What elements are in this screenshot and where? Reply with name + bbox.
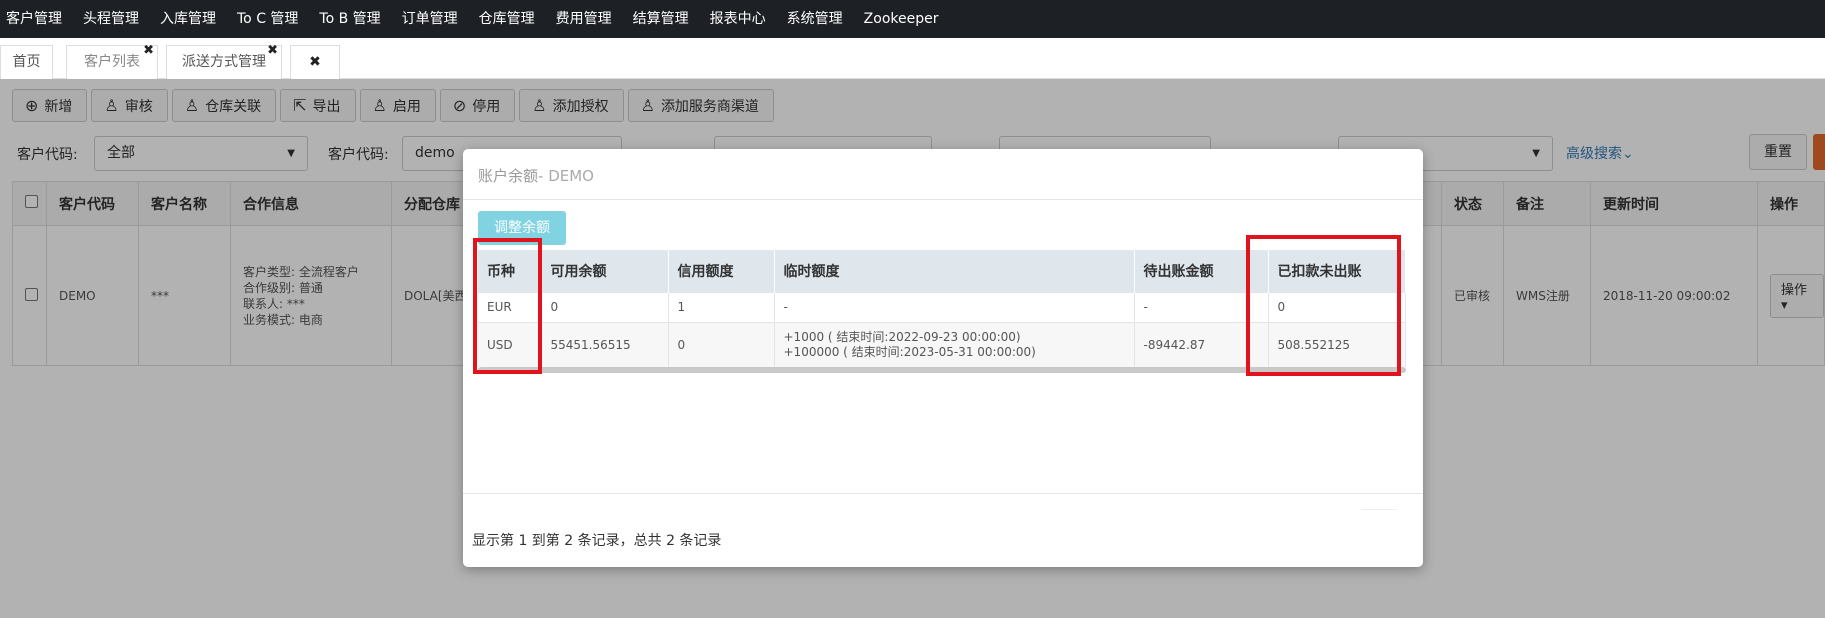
close-all-tabs-button[interactable]: ✖ <box>290 45 340 79</box>
nav-tob[interactable]: To B 管理 <box>312 0 394 38</box>
tab-delivery[interactable]: 派送方式管理 ✖ <box>166 43 282 79</box>
cell-temp: - <box>774 291 1135 322</box>
nav-warehouse[interactable]: 仓库管理 <box>472 0 549 38</box>
tab-customers-label: 客户列表 <box>84 54 140 70</box>
tab-home[interactable]: 首页 <box>0 45 53 79</box>
close-icon[interactable]: ✖ <box>267 43 278 59</box>
header-temp: 临时额度 <box>774 250 1135 292</box>
divider <box>1361 509 1397 510</box>
currency-highlight-box <box>473 238 542 374</box>
deducted-highlight-box <box>1246 235 1401 376</box>
modal-title-suffix: - DEMO <box>538 167 594 185</box>
close-icon[interactable]: ✖ <box>143 43 154 59</box>
divider <box>463 493 1423 494</box>
close-all-icon: ✖ <box>309 54 321 70</box>
temp-line: +1000 ( 结束时间:2022-09-23 00:00:00) <box>783 329 1021 344</box>
cell-credit: 1 <box>668 291 775 322</box>
modal-title-text: 账户余额 <box>478 167 539 185</box>
cell-available: 55451.56515 <box>541 321 669 367</box>
nav-settlement[interactable]: 结算管理 <box>626 0 703 38</box>
top-navigation: 客户管理 头程管理 入库管理 To C 管理 To B 管理 订单管理 仓库管理… <box>0 0 1825 38</box>
cell-available: 0 <box>541 291 669 322</box>
cell-credit: 0 <box>668 321 775 367</box>
tab-home-label: 首页 <box>12 54 41 70</box>
header-credit: 信用额度 <box>668 250 775 292</box>
nav-inbound[interactable]: 入库管理 <box>153 0 230 38</box>
nav-system[interactable]: 系统管理 <box>780 0 857 38</box>
divider <box>463 199 1423 200</box>
nav-zookeeper[interactable]: Zookeeper <box>857 0 953 38</box>
nav-fees[interactable]: 费用管理 <box>549 0 626 38</box>
header-available: 可用余额 <box>541 250 669 292</box>
tab-customers[interactable]: 客户列表 ✖ <box>66 43 158 79</box>
temp-line: - <box>783 299 788 314</box>
tab-bar: 首页 客户列表 ✖ 派送方式管理 ✖ ✖ <box>0 38 1825 79</box>
tab-delivery-label: 派送方式管理 <box>182 54 266 70</box>
nav-first-leg[interactable]: 头程管理 <box>76 0 153 38</box>
modal-title: 账户余额- DEMO <box>478 165 594 186</box>
cell-temp: +1000 ( 结束时间:2022-09-23 00:00:00) +10000… <box>774 321 1135 367</box>
nav-orders[interactable]: 订单管理 <box>395 0 472 38</box>
temp-line: +100000 ( 结束时间:2023-05-31 00:00:00) <box>783 344 1036 359</box>
pagination-info: 显示第 1 到第 2 条记录，总共 2 条记录 <box>472 533 722 549</box>
nav-toc[interactable]: To C 管理 <box>230 0 312 38</box>
nav-reports[interactable]: 报表中心 <box>703 0 780 38</box>
nav-customer[interactable]: 客户管理 <box>0 0 76 38</box>
